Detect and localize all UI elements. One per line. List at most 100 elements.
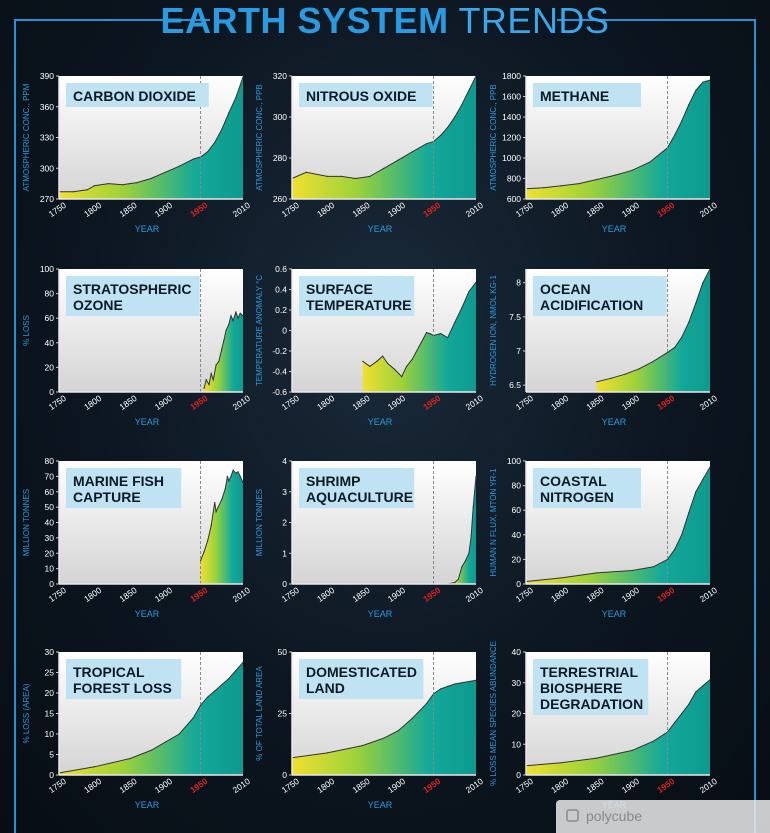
- x-tick-label: 1900: [620, 393, 641, 412]
- data-point: [631, 749, 633, 752]
- data-point: [447, 126, 449, 128]
- data-point: [355, 177, 357, 180]
- data-point: [221, 128, 223, 130]
- data-point: [224, 488, 226, 490]
- data-point: [208, 384, 210, 386]
- data-point: [468, 89, 470, 91]
- x-tick-label: 2010: [231, 776, 252, 795]
- data-point: [214, 690, 216, 692]
- x-tick-label: 2010: [464, 393, 485, 412]
- data-point: [72, 191, 74, 193]
- y-tick-label: 260: [273, 194, 287, 204]
- data-point: [425, 143, 428, 145]
- data-point: [681, 120, 683, 122]
- chart-title: SHRIMP: [306, 473, 360, 489]
- data-point: [475, 281, 477, 283]
- data-point: [695, 691, 697, 693]
- x-tick-label: 1800: [549, 393, 570, 412]
- data-point: [461, 307, 463, 309]
- data-point: [596, 178, 598, 181]
- y-tick-label: 6.5: [509, 380, 521, 390]
- data-point: [681, 336, 683, 338]
- y-tick-label: 10: [512, 739, 522, 749]
- chart-title: NITROUS OXIDE: [306, 88, 416, 104]
- data-point: [702, 81, 704, 83]
- x-axis-label: YEAR: [135, 800, 160, 810]
- data-point: [215, 511, 217, 513]
- data-point: [150, 749, 152, 752]
- y-tick-label: 2: [282, 518, 287, 528]
- x-tick-label: 2010: [231, 393, 252, 412]
- data-point: [674, 347, 676, 349]
- y-tick-label: 40: [45, 338, 55, 348]
- data-point: [225, 329, 227, 332]
- y-tick-label: 20: [45, 688, 55, 698]
- data-point: [425, 332, 428, 334]
- data-point: [638, 368, 640, 370]
- data-point: [205, 379, 207, 381]
- data-point: [440, 333, 442, 335]
- y-tick-label: 30: [45, 533, 55, 543]
- chart-panel-2: 600800100012001400160018001750 1800 1850 19…: [489, 71, 719, 234]
- y-tick-label: 20: [512, 554, 522, 564]
- y-tick-label: -0.2: [272, 346, 287, 356]
- y-tick-label: 0.2: [275, 305, 287, 315]
- data-point: [107, 183, 110, 185]
- y-axis-label: % LOSS (AREA): [22, 683, 31, 743]
- data-point: [326, 752, 328, 754]
- data-point: [702, 478, 704, 480]
- x-tick-label: 1950: [655, 585, 676, 604]
- y-tick-label: 8: [516, 278, 521, 288]
- data-point: [150, 177, 152, 180]
- y-tick-label: 60: [512, 505, 522, 515]
- y-tick-label: 50: [45, 502, 55, 512]
- data-point: [468, 680, 470, 683]
- chart-title: CARBON DIOXIDE: [73, 88, 196, 104]
- x-tick-label: 1900: [386, 393, 407, 412]
- data-point: [397, 159, 399, 161]
- data-point: [652, 360, 655, 362]
- data-point: [702, 685, 704, 687]
- y-tick-label: 1200: [502, 133, 521, 143]
- x-tick-label: 2010: [231, 200, 252, 219]
- data-point: [207, 151, 209, 153]
- chart-title: AQUACULTURE: [306, 489, 413, 505]
- y-axis-label: % LOSS MEAN SPECIES ABUNDANCE: [489, 641, 498, 786]
- x-tick-label: 2010: [231, 585, 252, 604]
- data-point: [709, 79, 711, 81]
- data-point: [305, 171, 307, 173]
- x-tick-label: 1800: [549, 200, 570, 219]
- data-point: [221, 348, 223, 350]
- x-tick-label: 1900: [386, 200, 407, 219]
- y-tick-label: 100: [40, 264, 54, 274]
- data-point: [203, 551, 205, 553]
- data-point: [362, 744, 364, 747]
- data-point: [674, 722, 676, 724]
- chart-title: DOMESTICATED: [306, 664, 417, 680]
- y-tick-label: 20: [45, 362, 55, 372]
- chart-title: DEGRADATION: [540, 696, 643, 712]
- x-tick-label: 1850: [117, 393, 138, 412]
- chart-title: TEMPERATURE: [306, 297, 412, 313]
- x-tick-label: 1950: [188, 776, 209, 795]
- data-point: [192, 158, 195, 160]
- y-tick-label: 0: [49, 387, 54, 397]
- x-axis-label: YEAR: [602, 224, 627, 234]
- data-point: [218, 360, 220, 362]
- data-point: [232, 469, 234, 471]
- data-point: [228, 678, 230, 680]
- data-point: [474, 491, 476, 493]
- x-tick-label: 2010: [464, 200, 485, 219]
- y-tick-label: 20: [45, 548, 55, 558]
- x-tick-label: 1900: [386, 776, 407, 795]
- y-tick-label: 0: [282, 326, 287, 336]
- data-point: [401, 376, 403, 378]
- x-tick-label: 1800: [82, 776, 103, 795]
- x-tick-label: 1850: [117, 776, 138, 795]
- y-tick-label: 80: [512, 481, 522, 491]
- chart-title: COASTAL: [540, 473, 607, 489]
- data-point: [178, 165, 180, 167]
- data-point: [386, 362, 389, 364]
- chart-title: CAPTURE: [73, 489, 141, 505]
- data-point: [674, 134, 676, 136]
